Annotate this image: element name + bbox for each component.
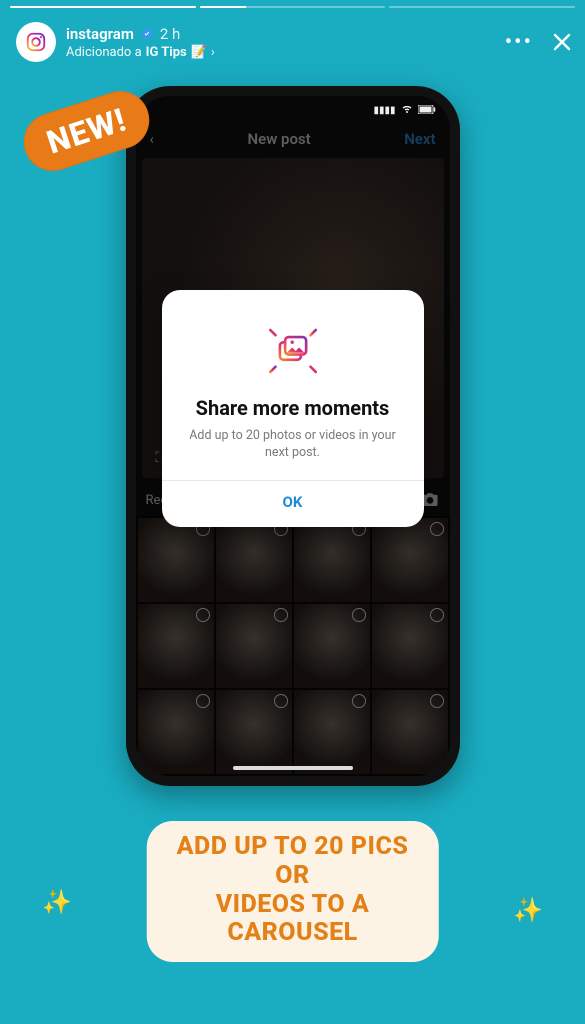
story-progress-segment xyxy=(389,6,575,8)
story-timestamp: 2 h xyxy=(160,25,180,43)
verified-badge-icon xyxy=(140,27,154,41)
account-avatar[interactable] xyxy=(16,22,56,62)
more-options-button[interactable]: ••• xyxy=(505,37,533,48)
signal-icon: ▮▮▮▮ xyxy=(373,105,395,116)
phone-status-icons: ▮▮▮▮ xyxy=(373,104,435,117)
story-progress-fill xyxy=(200,6,246,8)
story-progress-track xyxy=(10,6,575,8)
chevron-right-icon: › xyxy=(211,45,215,60)
instagram-logo-icon xyxy=(19,25,53,59)
memo-emoji-icon: 📝 xyxy=(191,45,207,60)
highlight-link[interactable]: Adicionado a IG Tips 📝 › xyxy=(66,45,215,60)
story-progress-segment xyxy=(10,6,196,8)
sparkle-icon: ✨ xyxy=(42,888,72,916)
carousel-burst-icon xyxy=(248,316,338,386)
story-progress-segment xyxy=(200,6,386,8)
dialog-body: Add up to 20 photos or videos in your ne… xyxy=(180,428,406,462)
dialog-title: Share more moments xyxy=(180,396,406,420)
highlight-name: IG Tips xyxy=(146,45,187,60)
caption-line-1: ADD UP TO 20 PICS OR xyxy=(177,832,409,890)
close-icon xyxy=(550,30,574,54)
share-more-moments-dialog: Share more moments Add up to 20 photos o… xyxy=(162,290,424,527)
account-username[interactable]: instagram xyxy=(66,25,134,43)
story-caption: ADD UP TO 20 PICS OR VIDEOS TO A CAROUSE… xyxy=(146,821,439,962)
dialog-ok-button[interactable]: OK xyxy=(162,493,424,511)
story-header: instagram 2 h Adicionado a IG Tips 📝 › •… xyxy=(16,22,575,62)
sparkle-icon: ✨ xyxy=(513,896,543,924)
wifi-icon xyxy=(401,104,413,117)
added-to-label: Adicionado a xyxy=(66,45,142,60)
home-indicator xyxy=(233,766,353,770)
close-story-button[interactable] xyxy=(549,29,575,55)
story-progress-fill xyxy=(10,6,196,8)
instagram-glyph-icon xyxy=(25,31,47,53)
caption-line-2: VIDEOS TO A CAROUSEL xyxy=(216,890,370,948)
battery-icon xyxy=(418,105,436,117)
